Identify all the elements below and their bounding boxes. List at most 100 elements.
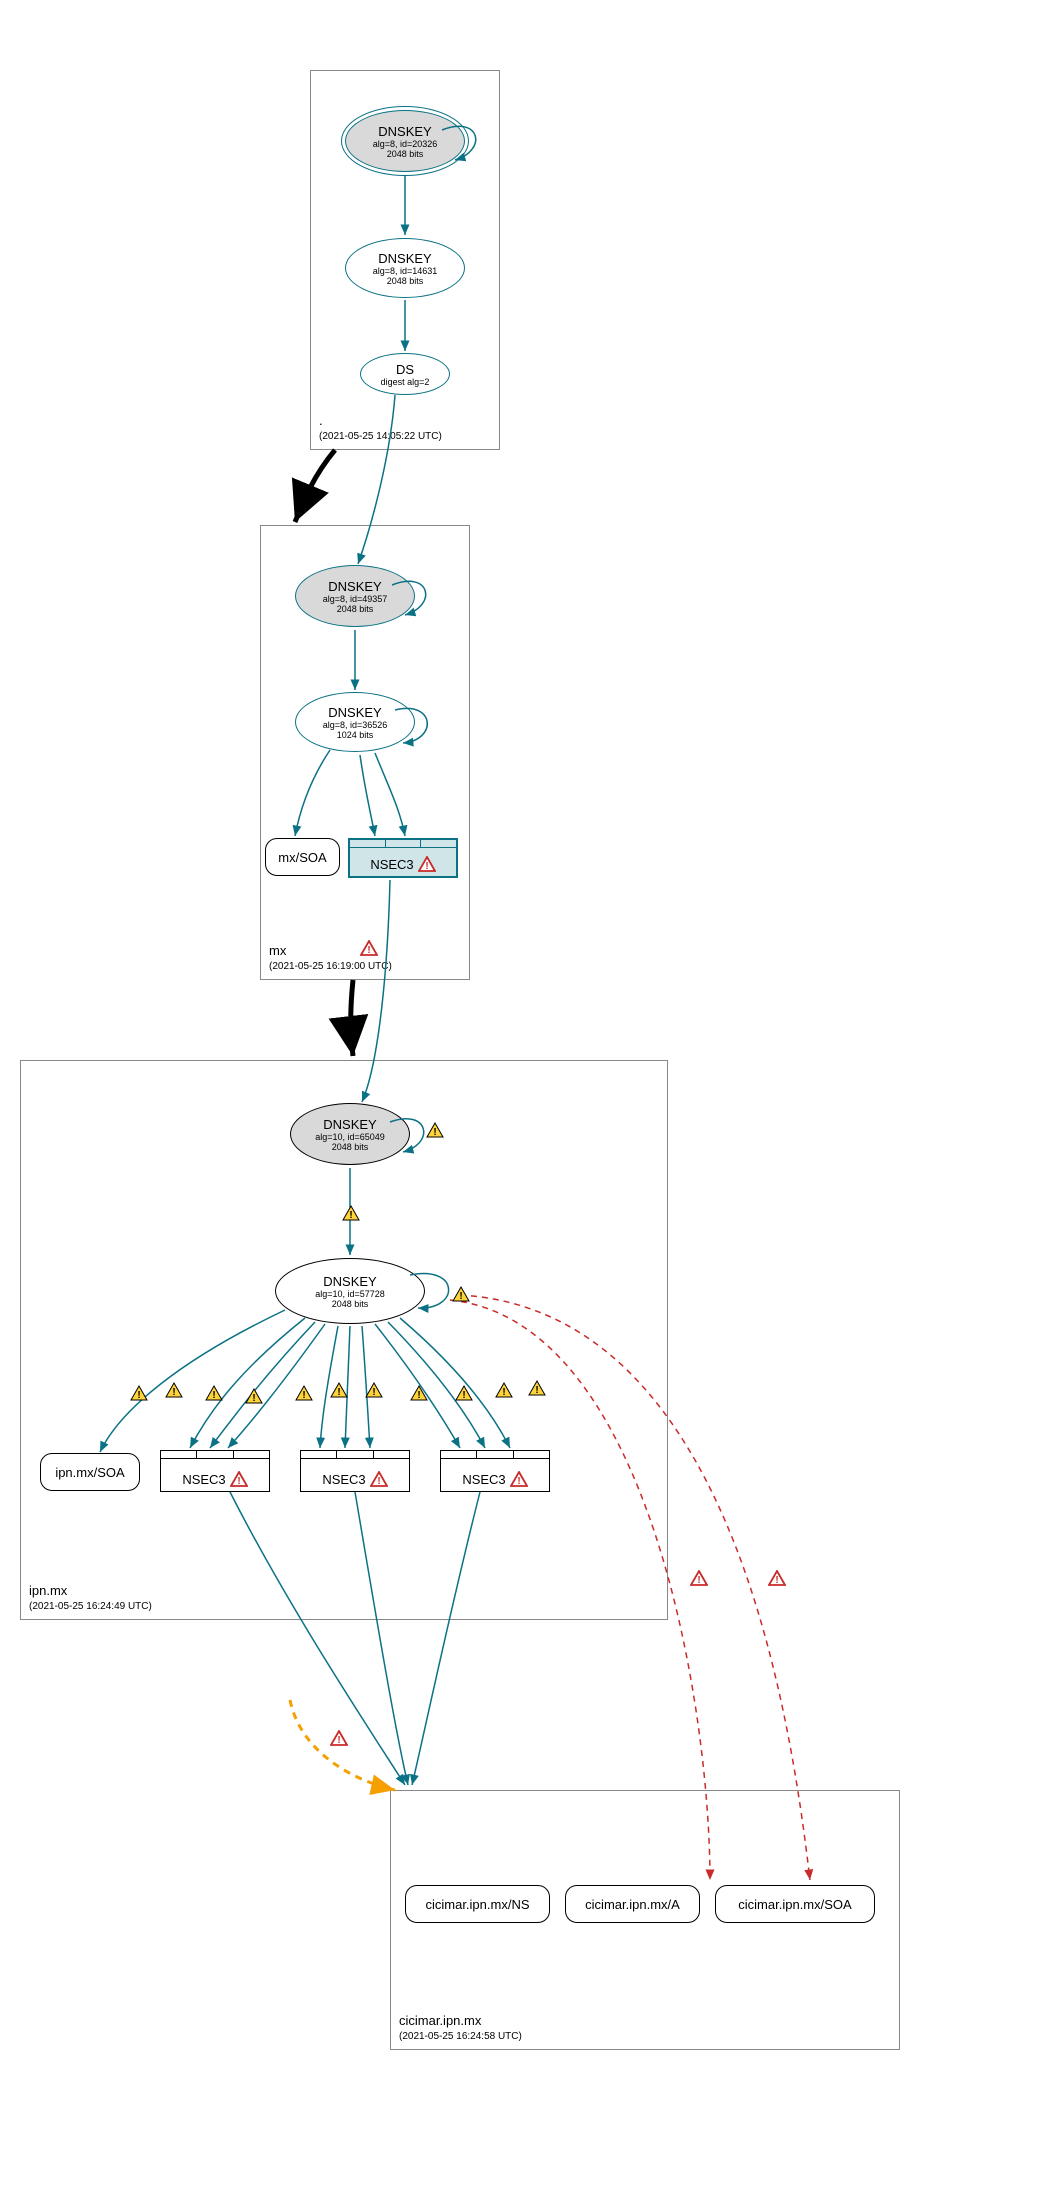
svg-text:!: ! [372,1387,375,1398]
svg-text:!: ! [517,1476,520,1487]
ds-alg: digest alg=2 [381,377,430,387]
mx-ksk-node: DNSKEY alg=8, id=49357 2048 bits [295,565,415,627]
warning-icon: ! [495,1382,513,1398]
zone-ipn-label: ipn.mx (2021-05-25 16:24:49 UTC) [29,1583,152,1613]
error-icon: ! [360,940,378,956]
mx-zsk-node: DNSKEY alg=8, id=36526 1024 bits [295,692,415,752]
svg-text:!: ! [425,861,428,872]
cicimar-soa-label: cicimar.ipn.mx/SOA [738,1897,851,1912]
zone-root-name: . [319,413,442,430]
svg-text:!: ! [417,1390,420,1401]
mx-ksk-type: DNSKEY [328,579,381,594]
svg-text:!: ! [252,1393,255,1404]
cicimar-soa-node: cicimar.ipn.mx/SOA [715,1885,875,1923]
ipn-zsk-type: DNSKEY [323,1274,376,1289]
mx-zsk-bits: 1024 bits [337,730,374,740]
ipn-nsec3-3-node: NSEC3 ! [440,1450,550,1492]
warning-icon: ! [426,1122,444,1138]
mx-ksk-alg: alg=8, id=49357 [323,594,388,604]
ds-type: DS [396,362,414,377]
mx-zsk-alg: alg=8, id=36526 [323,720,388,730]
zone-ipn-ts: (2021-05-25 16:24:49 UTC) [29,1600,152,1613]
ds-node: DS digest alg=2 [360,353,450,395]
warning-icon: ! [330,1382,348,1398]
svg-text:!: ! [377,1476,380,1487]
svg-text:!: ! [337,1735,340,1746]
dnssec-graph: . (2021-05-25 14:05:22 UTC) DNSKEY alg=8… [10,10,1047,2184]
svg-text:!: ! [302,1390,305,1401]
mx-nsec3-node: NSEC3 ! [348,838,458,878]
warning-icon: ! [205,1385,223,1401]
svg-text:!: ! [137,1390,140,1401]
root-zsk-type: DNSKEY [378,251,431,266]
svg-text:!: ! [459,1291,462,1302]
warning-icon: ! [165,1382,183,1398]
root-ksk-bits: 2048 bits [387,149,424,159]
root-zsk-alg: alg=8, id=14631 [373,266,438,276]
error-icon: ! [510,1471,528,1487]
warning-icon: ! [365,1382,383,1398]
ipn-zsk-alg: alg=10, id=57728 [315,1289,385,1299]
zone-cicimar-name: cicimar.ipn.mx [399,2013,522,2030]
mx-soa-node: mx/SOA [265,838,340,876]
warning-icon: ! [452,1286,470,1302]
ipn-nsec3-3-label: NSEC3 [462,1472,505,1487]
error-icon: ! [768,1570,786,1586]
error-icon: ! [690,1570,708,1586]
zone-mx-ts: (2021-05-25 16:19:00 UTC) [269,960,392,973]
mx-nsec3-label: NSEC3 [370,857,413,872]
warning-icon: ! [410,1385,428,1401]
svg-text:!: ! [697,1575,700,1586]
ipn-ksk-alg: alg=10, id=65049 [315,1132,385,1142]
svg-text:!: ! [462,1390,465,1401]
cicimar-ns-node: cicimar.ipn.mx/NS [405,1885,550,1923]
zone-root-ts: (2021-05-25 14:05:22 UTC) [319,430,442,443]
warning-icon: ! [528,1380,546,1396]
mx-ksk-bits: 2048 bits [337,604,374,614]
zone-root-label: . (2021-05-25 14:05:22 UTC) [319,413,442,443]
svg-text:!: ! [237,1476,240,1487]
ipn-nsec3-2-label: NSEC3 [322,1472,365,1487]
error-icon: ! [330,1730,348,1746]
error-icon: ! [230,1471,248,1487]
error-icon: ! [370,1471,388,1487]
mx-soa-label: mx/SOA [278,850,326,865]
root-zsk-bits: 2048 bits [387,276,424,286]
svg-text:!: ! [433,1127,436,1138]
root-ksk-alg: alg=8, id=20326 [373,139,438,149]
warning-icon: ! [342,1205,360,1221]
cicimar-a-node: cicimar.ipn.mx/A [565,1885,700,1923]
zone-ipn-name: ipn.mx [29,1583,152,1600]
warning-icon: ! [245,1388,263,1404]
svg-text:!: ! [212,1390,215,1401]
svg-text:!: ! [775,1575,778,1586]
svg-text:!: ! [367,945,370,956]
warning-icon: ! [455,1385,473,1401]
zone-cicimar-label: cicimar.ipn.mx (2021-05-25 16:24:58 UTC) [399,2013,522,2043]
ipn-nsec3-2-node: NSEC3 ! [300,1450,410,1492]
svg-text:!: ! [535,1385,538,1396]
ipn-soa-label: ipn.mx/SOA [55,1465,124,1480]
error-icon: ! [418,856,436,872]
mx-zsk-type: DNSKEY [328,705,381,720]
ipn-nsec3-1-label: NSEC3 [182,1472,225,1487]
warning-icon: ! [295,1385,313,1401]
root-zsk-node: DNSKEY alg=8, id=14631 2048 bits [345,238,465,298]
ipn-ksk-bits: 2048 bits [332,1142,369,1152]
ipn-soa-node: ipn.mx/SOA [40,1453,140,1491]
cicimar-ns-label: cicimar.ipn.mx/NS [425,1897,529,1912]
svg-text:!: ! [502,1387,505,1398]
warning-icon: ! [130,1385,148,1401]
zone-cicimar-ts: (2021-05-25 16:24:58 UTC) [399,2030,522,2043]
root-ksk-type: DNSKEY [378,124,431,139]
ipn-ksk-type: DNSKEY [323,1117,376,1132]
svg-text:!: ! [337,1387,340,1398]
root-ksk-node: DNSKEY alg=8, id=20326 2048 bits [345,110,465,172]
ipn-nsec3-1-node: NSEC3 ! [160,1450,270,1492]
svg-text:!: ! [349,1210,352,1221]
cicimar-a-label: cicimar.ipn.mx/A [585,1897,680,1912]
ipn-zsk-node: DNSKEY alg=10, id=57728 2048 bits [275,1258,425,1324]
ipn-ksk-node: DNSKEY alg=10, id=65049 2048 bits [290,1103,410,1165]
svg-text:!: ! [172,1387,175,1398]
ipn-zsk-bits: 2048 bits [332,1299,369,1309]
